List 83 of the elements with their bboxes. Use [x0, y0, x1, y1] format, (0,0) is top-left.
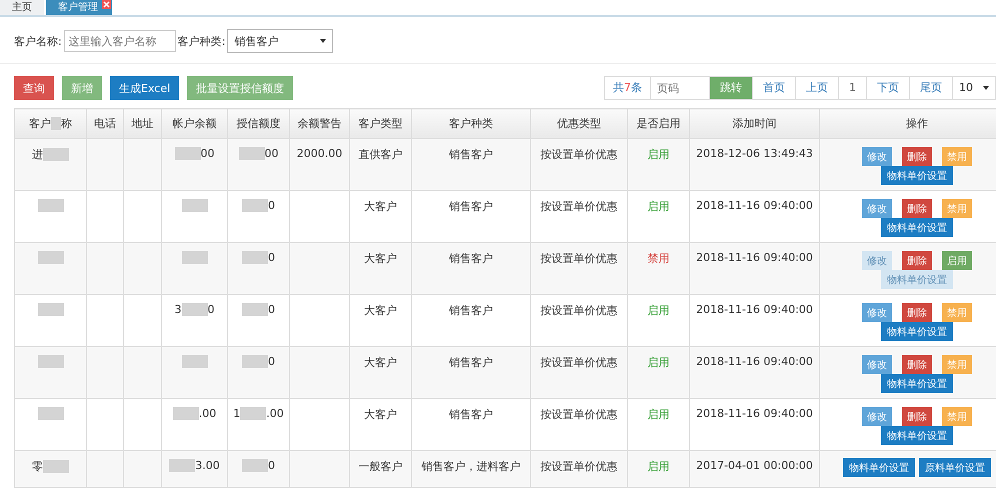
table-cell: 零	[14, 450, 86, 488]
table-cell: 1 .00	[228, 398, 290, 450]
row-action-button[interactable]: 修改	[862, 199, 892, 218]
row-action-button[interactable]: 物料单价设置	[881, 218, 953, 237]
row-action-button[interactable]: 删除	[902, 407, 932, 426]
redaction-block	[51, 117, 61, 130]
table-cell: 进	[14, 138, 86, 190]
row-action-button[interactable]: 删除	[902, 303, 932, 322]
column-header: 操作	[820, 108, 996, 138]
table-cell: 销售客户	[412, 138, 530, 190]
status-text: 启用	[648, 304, 670, 317]
caret-icon	[983, 86, 989, 90]
table-cell: 0	[228, 346, 290, 398]
status-text: 禁用	[648, 252, 670, 265]
table-cell: 3.00	[162, 450, 228, 488]
table-cell: 大客户	[350, 346, 412, 398]
table-cell: 一般客户	[350, 450, 412, 488]
row-action-button[interactable]: 物料单价设置	[881, 322, 953, 341]
table-cell: 按设置单价优惠	[530, 242, 628, 294]
column-header: 授信额度	[228, 108, 290, 138]
table-cell: 00	[162, 138, 228, 190]
table-cell: 销售客户	[412, 242, 530, 294]
table-cell: 2017-04-01 00:00:00	[690, 450, 820, 488]
table-cell: 0	[228, 190, 290, 242]
column-header: 电话	[86, 108, 124, 138]
table-cell: 0	[228, 294, 290, 346]
table-cell: 销售客户，进料客户	[412, 450, 530, 488]
column-header: 地址	[124, 108, 162, 138]
action-button[interactable]: 新增	[62, 76, 102, 100]
tab[interactable]: 客户管理	[46, 0, 112, 15]
row-action-button[interactable]: 启用	[942, 251, 972, 270]
status-text: 启用	[648, 408, 670, 421]
caret-icon	[320, 39, 326, 43]
row-action-button[interactable]: 物料单价设置	[881, 374, 953, 393]
jump-button[interactable]: 跳转	[710, 77, 753, 99]
table-cell: .00	[162, 398, 228, 450]
column-header: 帐户余额	[162, 108, 228, 138]
column-header: 客户 称	[14, 108, 86, 138]
table-cell: 2018-11-16 09:40:00	[690, 242, 820, 294]
row-action-button[interactable]: 物料单价设置	[881, 426, 953, 445]
table-cell: 0	[228, 242, 290, 294]
row-action-button[interactable]: 删除	[902, 199, 932, 218]
field-label: 客户种类:	[178, 34, 226, 48]
table-cell: 2000.00	[296, 147, 342, 160]
table-cell: 大客户	[350, 242, 412, 294]
column-header: 优惠类型	[530, 108, 628, 138]
row-action-button[interactable]: 物料单价设置	[881, 166, 953, 185]
row-action-button[interactable]: 修改	[862, 407, 892, 426]
row-action-button[interactable]: 修改	[862, 147, 892, 166]
table-cell: 00	[228, 138, 290, 190]
table-cell: 按设置单价优惠	[530, 450, 628, 488]
table-cell: 按设置单价优惠	[530, 346, 628, 398]
column-header: 是否启用	[628, 108, 690, 138]
status-text: 启用	[648, 200, 670, 213]
tab[interactable]: 主页	[0, 0, 44, 15]
row-action-button[interactable]: 修改	[862, 355, 892, 374]
row-action-button[interactable]: 删除	[902, 355, 932, 374]
status-text: 启用	[648, 148, 670, 161]
status-text: 启用	[648, 356, 670, 369]
field-label: 客户名称:	[14, 34, 62, 48]
table-cell: 2018-11-16 09:40:00	[690, 346, 820, 398]
table-cell: 0	[228, 450, 290, 488]
row-action-button[interactable]: 物料单价设置	[843, 458, 915, 477]
row-action-button[interactable]: 删除	[902, 251, 932, 270]
row-action-button[interactable]: 删除	[902, 147, 932, 166]
table-cell: 按设置单价优惠	[530, 138, 628, 190]
row-action-button[interactable]: 修改	[862, 303, 892, 322]
table-cell: 2018-12-06 13:49:43	[690, 138, 820, 190]
column-header: 客户种类	[412, 108, 530, 138]
table-cell: 销售客户	[412, 346, 530, 398]
action-button[interactable]: 查询	[14, 76, 54, 100]
action-button[interactable]: 批量设置授信额度	[187, 76, 294, 100]
column-header: 余额警告	[290, 108, 350, 138]
action-button[interactable]: 生成Excel	[110, 76, 180, 100]
status-text: 启用	[648, 460, 670, 473]
category-dropdown[interactable]: 销售客户	[227, 29, 334, 53]
table-cell: 3 0	[162, 294, 228, 346]
column-header: 添加时间	[690, 108, 820, 138]
table-cell: 直供客户	[350, 138, 412, 190]
name-field[interactable]: 这里输入客户名称	[64, 30, 176, 52]
column-header: 客户类型	[350, 108, 412, 138]
row-action-button[interactable]: 原料单价设置	[919, 458, 991, 477]
close-icon[interactable]	[102, 0, 111, 9]
